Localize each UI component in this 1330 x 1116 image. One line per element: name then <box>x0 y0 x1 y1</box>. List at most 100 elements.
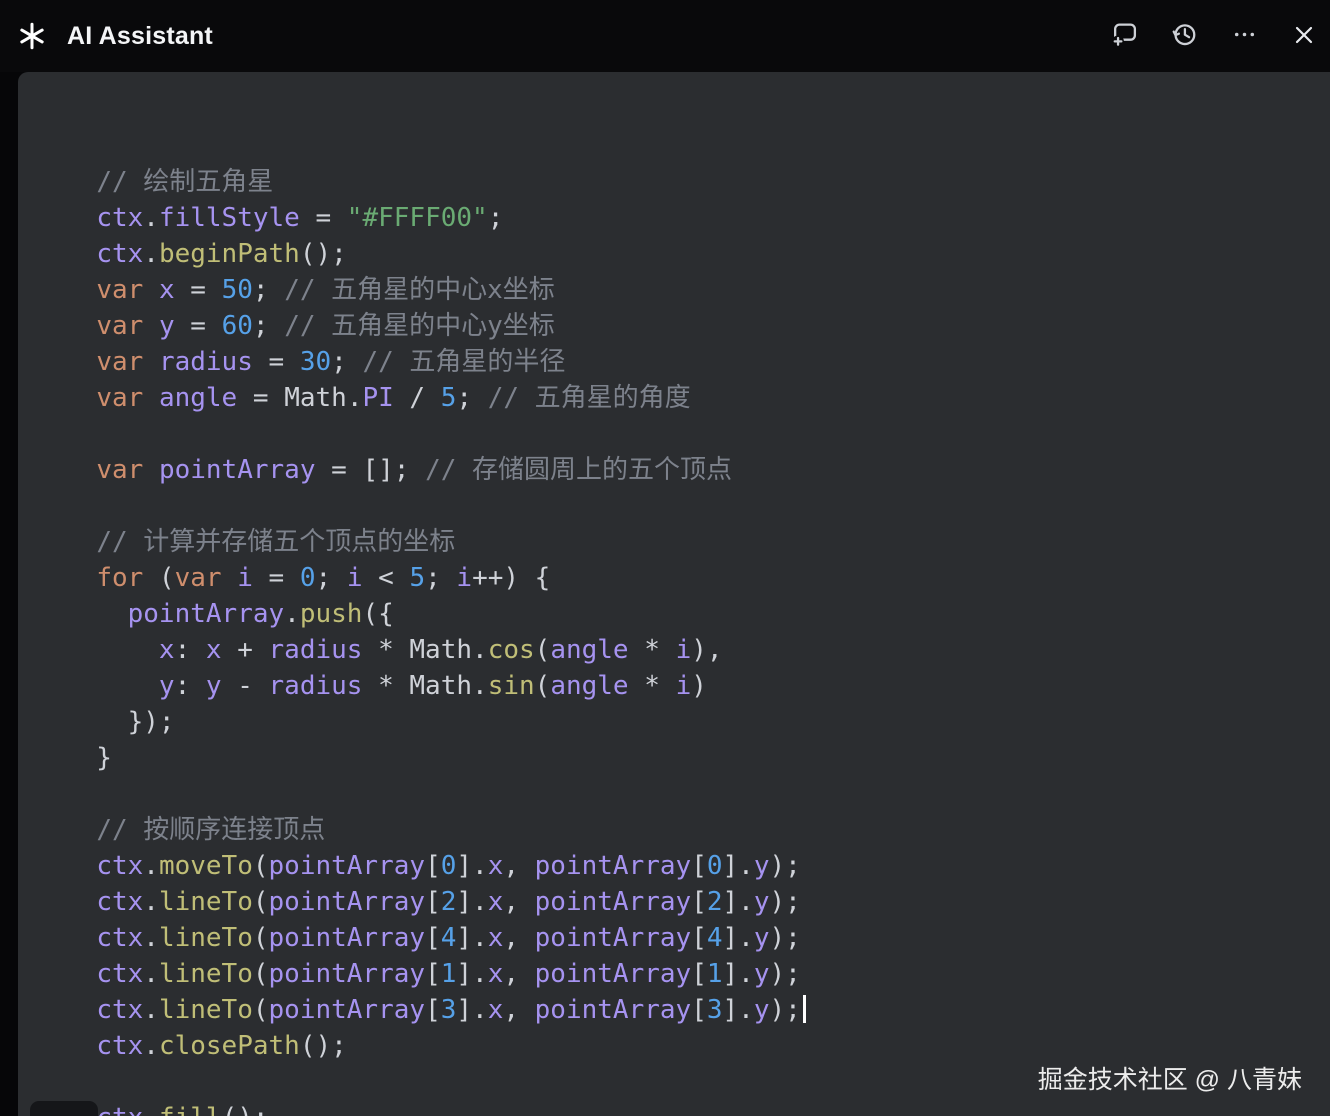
code-token: i <box>456 563 473 593</box>
code-editor-panel[interactable]: // 绘制五角星 ctx.fillStyle = "#FFFF00"; ctx.… <box>18 72 1330 1116</box>
code-token: 0 <box>706 851 723 881</box>
code-line[interactable]: y: y - radius * Math.sin(angle * i) <box>65 668 1330 704</box>
code-line[interactable]: } <box>65 740 1330 776</box>
code-token: ctx <box>96 959 144 989</box>
code-token: var <box>96 311 144 341</box>
code-token: ++) { <box>472 563 551 593</box>
code-token: i <box>346 563 363 593</box>
code-line[interactable]: pointArray.push({ <box>65 596 1330 632</box>
code-token: ); <box>769 959 801 989</box>
code-token: [ <box>691 851 707 881</box>
code-token: . <box>143 203 159 233</box>
code-line[interactable] <box>65 488 1330 524</box>
code-line[interactable]: ctx.moveTo(pointArray[0].x, pointArray[0… <box>65 848 1330 884</box>
code-token: = <box>174 311 222 341</box>
code-token: ctx <box>96 203 144 233</box>
code-token: "#FFFF00" <box>346 203 488 233</box>
code-token: + <box>221 635 269 665</box>
code-token: i <box>675 671 692 701</box>
history-button[interactable] <box>1166 18 1202 54</box>
code-line[interactable]: // 按顺序连接顶点 <box>65 812 1330 848</box>
code-line[interactable]: }); <box>65 704 1330 740</box>
code-token: pointArray <box>534 995 692 1025</box>
code-token: . <box>346 383 363 413</box>
code-token: fill <box>159 1103 222 1116</box>
code-line[interactable]: ctx.fill(); <box>65 1100 1330 1116</box>
code-token: y <box>158 671 175 701</box>
code-token: . <box>143 1103 159 1116</box>
code-line[interactable]: ctx.fillStyle = "#FFFF00"; <box>65 200 1330 236</box>
code-token: ); <box>769 887 801 917</box>
code-line[interactable]: ctx.closePath(); <box>65 1028 1330 1064</box>
code-token: ]. <box>722 887 754 917</box>
code-token: ); <box>769 995 801 1025</box>
code-token: 3 <box>706 995 723 1025</box>
code-token: ( <box>252 995 269 1025</box>
code-token: // 存储圆周上的五个顶点 <box>425 455 733 485</box>
code-token: x <box>487 923 504 953</box>
code-token: y <box>158 311 175 341</box>
code-token: = <box>299 203 347 233</box>
code-token: [ <box>425 923 441 953</box>
code-token: var <box>96 383 144 413</box>
code-token: lineTo <box>158 959 253 989</box>
code-line[interactable]: ctx.lineTo(pointArray[4].x, pointArray[4… <box>65 920 1330 956</box>
code-line[interactable]: // 绘制五角星 <box>65 164 1330 200</box>
code-token: 4 <box>706 923 723 953</box>
code-token: angle <box>550 635 629 665</box>
code-token: . <box>284 599 300 629</box>
code-token: ), <box>691 635 723 665</box>
code-line[interactable]: ctx.lineTo(pointArray[2].x, pointArray[2… <box>65 884 1330 920</box>
code-token: // 五角星的中心x坐标 <box>284 275 555 305</box>
code-line[interactable]: for (var i = 0; i < 5; i++) { <box>65 560 1330 596</box>
code-token: sin <box>487 671 535 701</box>
code-token: x <box>158 635 175 665</box>
code-token: }); <box>65 707 175 737</box>
code-token: ctx <box>96 995 144 1025</box>
more-options-button[interactable] <box>1226 18 1262 54</box>
code-line[interactable] <box>65 416 1330 452</box>
code-token: < <box>362 563 410 593</box>
code-token: var <box>96 347 144 377</box>
code-token: radius <box>268 635 363 665</box>
code-token: ({ <box>362 599 394 629</box>
code-line[interactable]: // 计算并存储五个顶点的坐标 <box>65 524 1330 560</box>
code-line[interactable] <box>65 776 1330 812</box>
new-chat-button[interactable] <box>1106 18 1142 54</box>
code-line[interactable]: var radius = 30; // 五角星的半径 <box>65 344 1330 380</box>
code-token: ctx <box>96 1031 144 1061</box>
close-button[interactable] <box>1286 18 1322 54</box>
code-token: ]. <box>722 995 754 1025</box>
code-line[interactable]: var angle = Math.PI / 5; // 五角星的角度 <box>65 380 1330 416</box>
code-line[interactable]: ctx.lineTo(pointArray[1].x, pointArray[1… <box>65 956 1330 992</box>
code-token: ); <box>769 851 801 881</box>
code-token: * <box>362 671 410 701</box>
code-line[interactable]: var x = 50; // 五角星的中心x坐标 <box>65 272 1330 308</box>
code-line[interactable]: var pointArray = []; // 存储圆周上的五个顶点 <box>65 452 1330 488</box>
code-line[interactable]: var y = 60; // 五角星的中心y坐标 <box>65 308 1330 344</box>
code-token: ( <box>252 851 269 881</box>
code-token: Math <box>284 383 347 413</box>
code-token: , <box>503 851 535 881</box>
code-token: [ <box>691 923 707 953</box>
code-token: y <box>753 851 770 881</box>
code-token: (); <box>222 1103 269 1116</box>
code-token: ]. <box>456 995 488 1025</box>
header-left: AI Assistant <box>14 18 213 54</box>
code-line[interactable]: x: x + radius * Math.cos(angle * i), <box>65 632 1330 668</box>
code-token: var <box>96 455 144 485</box>
code-token: . <box>143 887 159 917</box>
code-line[interactable]: ctx.beginPath(); <box>65 236 1330 272</box>
code-line[interactable]: ctx.lineTo(pointArray[3].x, pointArray[3… <box>65 992 1330 1028</box>
